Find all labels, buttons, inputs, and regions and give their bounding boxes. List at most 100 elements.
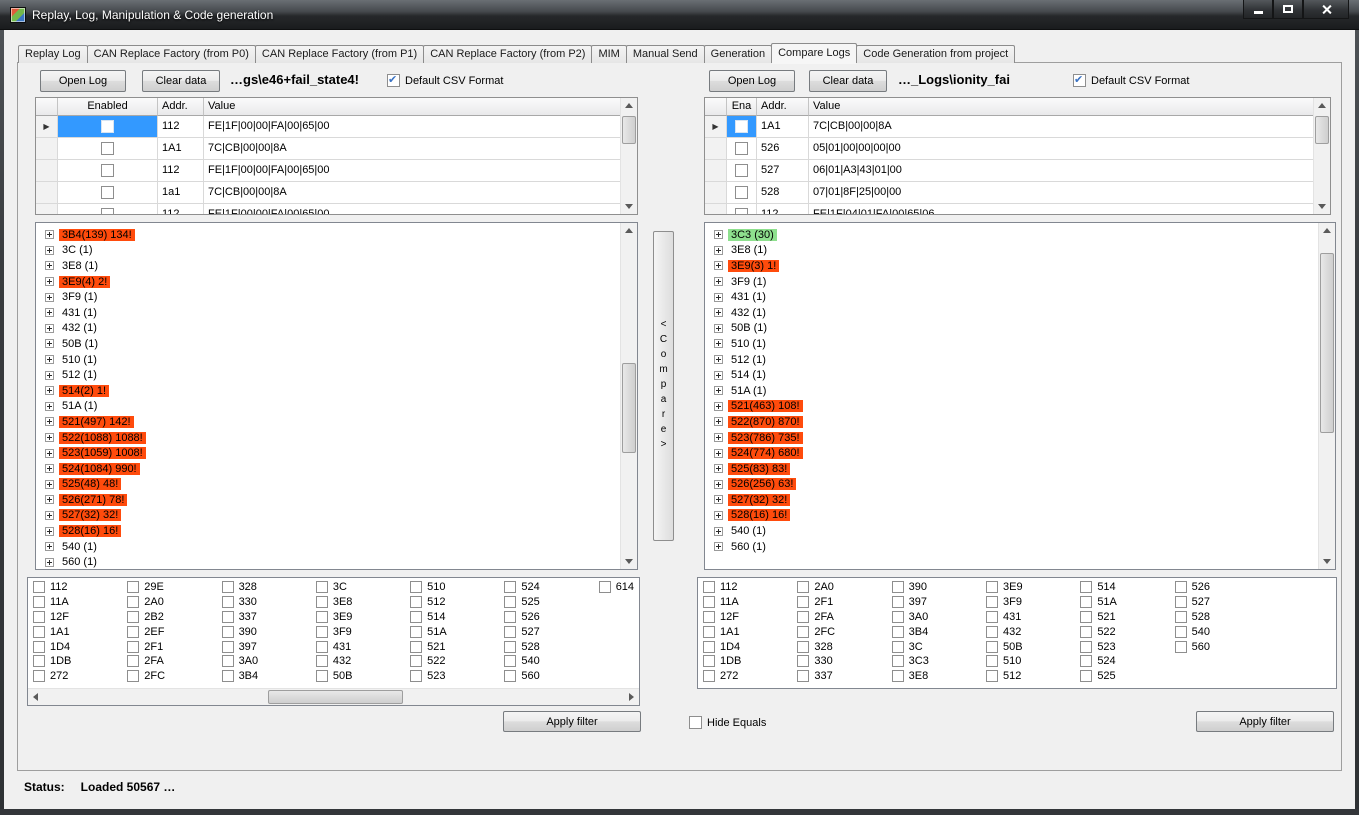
filter-checkbox[interactable] <box>504 641 516 653</box>
value-cell[interactable]: 7C|CB|00|00|8A <box>204 182 637 204</box>
filter-checkbox[interactable] <box>1080 670 1092 682</box>
filter-checkbox[interactable] <box>797 626 809 638</box>
scroll-down-icon[interactable] <box>1314 198 1331 214</box>
tree-item[interactable]: 3E9(4) 2! <box>36 274 637 290</box>
tree-item[interactable]: 526(271) 78! <box>36 492 637 508</box>
filter-item[interactable]: 50B <box>314 669 406 684</box>
apply-filter-button-right[interactable]: Apply filter <box>1196 711 1334 732</box>
expand-plus-icon[interactable] <box>45 511 54 520</box>
filter-checkbox[interactable] <box>410 655 422 667</box>
expand-plus-icon[interactable] <box>45 277 54 286</box>
expand-plus-icon[interactable] <box>714 230 723 239</box>
expand-plus-icon[interactable] <box>45 495 54 504</box>
grid-row[interactable]: 1A1 7C|CB|00|00|8A <box>36 138 637 160</box>
checkbox-unchecked-icon[interactable] <box>689 716 702 729</box>
tab[interactable]: CAN Replace Factory (from P0) <box>87 45 256 63</box>
expand-plus-icon[interactable] <box>45 355 54 364</box>
expand-plus-icon[interactable] <box>714 308 723 317</box>
value-cell[interactable]: 7C|CB|00|00|8A <box>204 138 637 160</box>
filter-item[interactable]: 3E9 <box>314 610 406 625</box>
addr-cell[interactable]: 527 <box>757 160 809 182</box>
filter-item[interactable]: 3C <box>314 580 406 595</box>
filter-checkbox[interactable] <box>1175 641 1187 653</box>
scroll-down-icon[interactable] <box>621 198 638 214</box>
clear-data-button-left[interactable]: Clear data <box>142 70 220 92</box>
minimize-button[interactable] <box>1243 0 1273 19</box>
filter-checkbox[interactable] <box>892 581 904 593</box>
filter-checkbox[interactable] <box>410 611 422 623</box>
enabled-checkbox[interactable] <box>735 142 748 155</box>
row-header[interactable] <box>36 160 58 182</box>
filter-checkbox[interactable] <box>222 596 234 608</box>
filter-item[interactable]: 431 <box>984 610 1076 625</box>
filter-item[interactable]: 330 <box>795 654 887 669</box>
expand-plus-icon[interactable] <box>714 386 723 395</box>
filter-checkbox[interactable] <box>599 581 611 593</box>
expand-plus-icon[interactable] <box>714 449 723 458</box>
filter-item[interactable]: 390 <box>220 624 312 639</box>
value-cell[interactable]: 06|01|A3|43|01|00 <box>809 160 1330 182</box>
addr-cell[interactable]: 112 <box>158 160 204 182</box>
expand-plus-icon[interactable] <box>714 277 723 286</box>
tree-item[interactable]: 524(1084) 990! <box>36 461 637 477</box>
filter-checkbox[interactable] <box>222 655 234 667</box>
tree-item[interactable]: 510 (1) <box>36 352 637 368</box>
filter-item[interactable]: 2FA <box>125 654 217 669</box>
row-header[interactable] <box>705 182 727 204</box>
filter-item[interactable]: 272 <box>31 669 123 684</box>
enabled-cell[interactable] <box>727 204 757 215</box>
tree-item[interactable]: 523(786) 735! <box>705 430 1335 446</box>
expand-plus-icon[interactable] <box>45 449 54 458</box>
filter-checkbox[interactable] <box>703 655 715 667</box>
expand-plus-icon[interactable] <box>45 480 54 489</box>
filter-item[interactable]: 512 <box>408 595 500 610</box>
filter-item[interactable]: 432 <box>984 624 1076 639</box>
grid-row[interactable]: 1a1 7C|CB|00|00|8A <box>36 182 637 204</box>
expand-plus-icon[interactable] <box>714 324 723 333</box>
expand-plus-icon[interactable] <box>714 480 723 489</box>
filter-checkbox[interactable] <box>703 611 715 623</box>
scrollbar-thumb[interactable] <box>268 690 403 704</box>
filter-item[interactable]: 1A1 <box>31 624 123 639</box>
filter-checkbox[interactable] <box>33 611 45 623</box>
filter-item[interactable]: 3C3 <box>890 654 982 669</box>
filter-checkbox[interactable] <box>986 581 998 593</box>
value-cell[interactable]: 05|01|00|00|00|00 <box>809 138 1330 160</box>
filter-item[interactable]: 2FC <box>795 624 887 639</box>
filter-checkbox[interactable] <box>410 670 422 682</box>
tab[interactable]: Manual Send <box>626 45 705 63</box>
maximize-button[interactable] <box>1273 0 1303 19</box>
expand-plus-icon[interactable] <box>45 261 54 270</box>
checkbox-checked-icon[interactable] <box>387 74 400 87</box>
filter-checkbox[interactable] <box>33 655 45 667</box>
filter-item[interactable]: 526 <box>1173 580 1265 595</box>
column-header-addr[interactable]: Addr. <box>757 98 809 116</box>
filter-checkbox[interactable] <box>1080 655 1092 667</box>
filter-checkbox[interactable] <box>986 596 998 608</box>
filter-checkbox[interactable] <box>892 655 904 667</box>
scroll-up-icon[interactable] <box>621 98 638 114</box>
tree-item[interactable]: 525(83) 83! <box>705 461 1335 477</box>
value-cell[interactable]: 07|01|8F|25|00|00 <box>809 182 1330 204</box>
filter-item[interactable]: 1D4 <box>701 639 793 654</box>
filter-item[interactable]: 510 <box>408 580 500 595</box>
grid-row[interactable]: 112 FE|1F|04|01|FA|00|65|06 <box>705 204 1330 215</box>
filter-checkbox[interactable] <box>986 641 998 653</box>
tree-item[interactable]: 523(1059) 1008! <box>36 445 637 461</box>
addr-cell[interactable]: 1A1 <box>757 116 809 138</box>
filter-checkbox[interactable] <box>127 670 139 682</box>
csv-format-checkbox-right[interactable]: Default CSV Format <box>1073 74 1189 87</box>
tree-item[interactable]: 512 (1) <box>705 352 1335 368</box>
filter-checkbox[interactable] <box>222 626 234 638</box>
filter-checkbox[interactable] <box>892 626 904 638</box>
expand-plus-icon[interactable] <box>45 433 54 442</box>
filter-item[interactable]: 614 <box>597 580 640 595</box>
filter-item[interactable]: 2FC <box>125 669 217 684</box>
tree-item[interactable]: 51A (1) <box>705 383 1335 399</box>
filter-checkbox[interactable] <box>127 655 139 667</box>
filter-item[interactable]: 521 <box>408 639 500 654</box>
filter-checkbox[interactable] <box>797 655 809 667</box>
filter-item[interactable]: 525 <box>1078 669 1170 684</box>
filter-item[interactable]: 1DB <box>31 654 123 669</box>
expand-plus-icon[interactable] <box>714 371 723 380</box>
